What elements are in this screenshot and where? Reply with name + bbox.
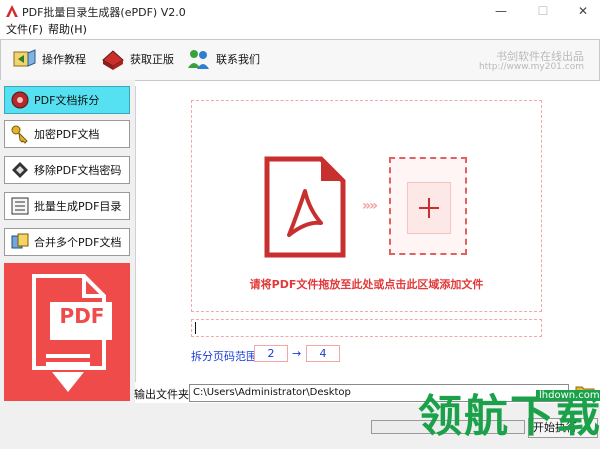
toc-icon	[11, 197, 29, 215]
site-watermark-url: lhdown.com	[536, 390, 600, 401]
sidebar-item-label: 合并多个PDF文档	[34, 236, 122, 249]
drop-hint-text: 请将PDF文件拖放至此处或点击此区域添加文件	[249, 278, 484, 291]
tutorial-label: 操作教程	[42, 53, 86, 66]
get-license-label: 获取正版	[130, 53, 174, 66]
pdf-file-icon	[264, 156, 346, 258]
tutorial-icon	[13, 49, 36, 67]
output-folder-label: 输出文件夹	[134, 388, 189, 401]
sidebar-item-label: 加密PDF文档	[34, 128, 100, 141]
range-from-input[interactable]: 2	[254, 345, 288, 362]
tutorial-button[interactable]: 操作教程	[12, 45, 86, 73]
contact-button[interactable]: 联系我们	[186, 45, 260, 73]
sidebar-item-split[interactable]: PDF文档拆分	[4, 86, 130, 114]
app-logo-icon	[6, 5, 18, 17]
sidebar-item-label: 移除PDF文档密码	[34, 164, 122, 177]
cart-icon	[102, 50, 124, 70]
split-range-label: 拆分页码范围	[191, 350, 257, 363]
merge-icon	[11, 233, 29, 249]
sidebar-item-label: 批量生成PDF目录	[34, 200, 122, 213]
sidebar-item-label: PDF文档拆分	[34, 94, 100, 107]
menu-help[interactable]: 帮助(H)	[48, 22, 87, 38]
chevrons-icon: »»	[362, 198, 378, 214]
minimize-button[interactable]: —	[486, 2, 516, 20]
sidebar-item-encrypt[interactable]: 加密PDF文档	[4, 120, 130, 148]
contact-label: 联系我们	[216, 53, 260, 66]
range-to-input[interactable]: 4	[306, 345, 340, 362]
contact-icon	[188, 50, 209, 69]
sidebar-item-merge[interactable]: 合并多个PDF文档	[4, 228, 130, 256]
file-path-input[interactable]	[191, 319, 542, 337]
range-arrow-icon: →	[292, 347, 302, 360]
key-icon	[11, 125, 28, 144]
plus-icon	[419, 198, 439, 218]
window-title: PDF批量目录生成器(ePDF) V2.0	[22, 6, 186, 19]
publisher-url: http://www.my201.com	[478, 62, 584, 72]
split-icon	[11, 91, 29, 109]
text-caret	[195, 322, 196, 334]
unlock-icon	[12, 162, 28, 178]
get-license-button[interactable]: 获取正版	[100, 45, 174, 73]
pdf-banner-label: PDF	[59, 304, 105, 328]
close-button[interactable]: ✕	[568, 2, 598, 20]
sidebar-item-remove-password[interactable]: 移除PDF文档密码	[4, 156, 130, 184]
menu-file[interactable]: 文件(F)	[6, 22, 43, 38]
sidebar-item-generate-toc[interactable]: 批量生成PDF目录	[4, 192, 130, 220]
maximize-button[interactable]: ☐	[528, 2, 558, 20]
menu-bar	[0, 22, 600, 38]
pdf-document-icon	[32, 274, 112, 392]
